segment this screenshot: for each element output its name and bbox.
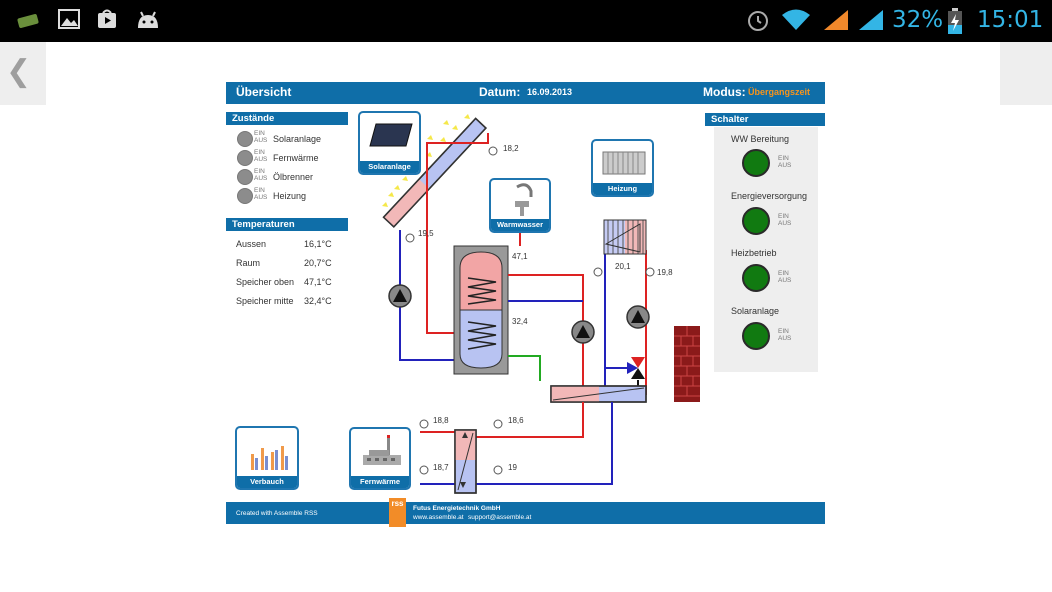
tile-label: Solaranlage (360, 161, 419, 173)
storage-tank (453, 245, 509, 375)
hx-out-top-value: 18,6 (508, 416, 524, 425)
created-with-text: Created with Assemble RSS (236, 510, 318, 517)
tile-label: Fernwärme (351, 476, 409, 488)
pump-icon (388, 284, 412, 308)
tile-fernwaerme[interactable]: Fernwärme (349, 427, 411, 490)
pump-icon (626, 305, 650, 329)
plate-heat-exchanger (550, 385, 647, 403)
rss-logo: rss (389, 498, 406, 527)
brick-wall-icon (674, 326, 700, 402)
solar-panel-icon (369, 123, 413, 147)
pump-icon (571, 320, 595, 344)
storage-top-value: 47,1 (512, 252, 528, 261)
support-email-link[interactable]: support@assemble.at (468, 514, 531, 521)
storage-mid-value: 32,4 (512, 317, 528, 326)
radiator-icon (602, 151, 646, 175)
sensor-solar-top-value: 18,2 (503, 144, 519, 153)
tile-label: Warmwasser (491, 219, 549, 231)
tile-warmwasser[interactable]: Warmwasser (489, 178, 551, 233)
sensor-solar-bottom-value: 19,5 (418, 229, 434, 238)
district-heat-exchanger (454, 429, 477, 494)
radiator (603, 219, 647, 255)
tile-verbrauch[interactable]: Verbauch (235, 426, 299, 490)
tile-label: Verbauch (237, 476, 297, 488)
hx-out-bottom-value: 19 (508, 463, 517, 472)
tile-solaranlage[interactable]: Solaranlage (358, 111, 421, 175)
mixing-valve (627, 357, 645, 379)
hx-in-bottom-value: 18,7 (433, 463, 449, 472)
hx-in-top-value: 18,8 (433, 416, 449, 425)
power-plant-icon (363, 435, 401, 465)
tile-heizung[interactable]: Heizung (591, 139, 654, 197)
company-name: Futus Energietechnik GmbH (413, 505, 501, 512)
heating-flow-value: 20,1 (615, 262, 631, 271)
website-link[interactable]: www.assemble.at (413, 514, 464, 521)
heating-return-value: 19,8 (657, 268, 673, 277)
page-footer: Created with Assemble RSS Futus Energiet… (226, 502, 825, 524)
bar-chart-icon (251, 446, 288, 470)
faucet-icon (515, 183, 533, 216)
tile-label: Heizung (593, 183, 652, 195)
